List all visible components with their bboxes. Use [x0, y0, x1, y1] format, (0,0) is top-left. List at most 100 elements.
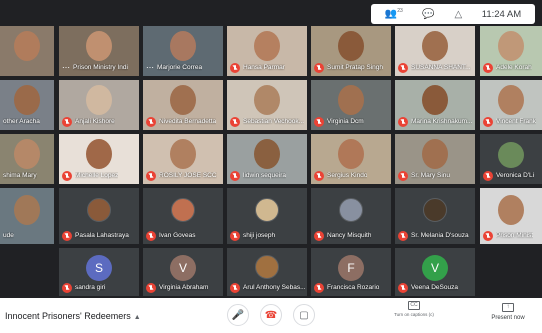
- mic-muted-icon: [146, 170, 156, 181]
- participant-name: shiji joseph: [243, 232, 276, 239]
- participant-tile[interactable]: Sergius Kindo: [311, 134, 391, 184]
- more-options-icon[interactable]: ⋯: [62, 63, 70, 72]
- participant-tile[interactable]: ude: [0, 188, 54, 244]
- participant-label: ⋯ Prison Ministry Indi: [62, 62, 137, 73]
- participant-tile[interactable]: Sr. Mary Sinu: [395, 134, 475, 184]
- participant-tile[interactable]: Virginia Dcm: [311, 80, 391, 130]
- participant-tile[interactable]: Vincent Frank: [480, 80, 542, 130]
- participant-label: shiji joseph: [230, 230, 305, 241]
- mic-muted-icon: [483, 62, 493, 73]
- participant-tile[interactable]: Pasala Lahastraya: [59, 188, 139, 244]
- mic-muted-icon: [314, 116, 324, 127]
- mic-muted-icon: [62, 230, 72, 241]
- participant-tile[interactable]: Marina Krishnakum...: [395, 80, 475, 130]
- participant-label: Virginia Abraham: [146, 282, 221, 293]
- participant-name: Virginia Abraham: [159, 284, 209, 291]
- activities-icon[interactable]: △: [454, 9, 462, 20]
- participant-name: Marjorie Correa: [157, 64, 203, 71]
- participant-face: [14, 85, 40, 115]
- mic-muted-icon: [146, 230, 156, 241]
- mic-muted-icon: [230, 62, 240, 73]
- participant-tile[interactable]: ⋯ Marjorie Correa: [143, 26, 223, 76]
- participant-face: [254, 139, 280, 169]
- participant-label: Sergius Kindo: [314, 170, 389, 181]
- participant-name: Michelle Lopez: [75, 172, 119, 179]
- participant-tile[interactable]: ⋯ Prison Ministry Indi: [59, 26, 139, 76]
- participant-photo: [87, 198, 111, 223]
- participant-face: [422, 85, 448, 115]
- participant-tile[interactable]: Nivedita Bernadetta: [143, 80, 223, 130]
- chat-icon[interactable]: 💬: [422, 9, 434, 20]
- participant-label: sandra giri: [62, 282, 137, 293]
- present-now-label: Present now: [491, 315, 525, 321]
- mic-muted-icon: [398, 282, 408, 293]
- present-now-button[interactable]: ↑ Present now: [484, 303, 532, 321]
- mic-muted-icon: [230, 116, 240, 127]
- participant-photo: [171, 198, 195, 223]
- participant-tile[interactable]: V Veena DeSouza: [395, 248, 475, 296]
- participant-tile[interactable]: Sebastian Vechook...: [227, 80, 307, 130]
- participant-name: Vincent Frank: [496, 118, 536, 125]
- participant-name: shima Mary: [3, 172, 37, 179]
- meeting-details-button[interactable]: Innocent Prisoners' Redeemers ▲: [5, 311, 141, 321]
- participant-tile[interactable]: Arul Anthony Sebas...: [227, 248, 307, 296]
- microphone-button[interactable]: 🎤: [227, 304, 249, 326]
- participant-label: Ivan Goveas: [146, 230, 221, 241]
- participant-tile[interactable]: F Francisca Rozario: [311, 248, 391, 296]
- captions-button[interactable]: CC Turn on captions (c): [393, 301, 435, 317]
- participant-tile[interactable]: Hansa Parmar: [227, 26, 307, 76]
- participant-tile[interactable]: Nancy Misquith: [311, 188, 391, 244]
- participant-face: [14, 31, 40, 61]
- participant-tile[interactable]: Prison Minist: [480, 188, 542, 244]
- mic-muted-icon: [398, 230, 408, 241]
- participant-tile[interactable]: SUSANNA SHANT...: [395, 26, 475, 76]
- participant-tile[interactable]: Michelle Lopez: [59, 134, 139, 184]
- participant-photo: [423, 198, 447, 223]
- participant-face: [338, 139, 364, 169]
- participant-name: Pasala Lahastraya: [75, 232, 129, 239]
- participant-tile[interactable]: Anjali Kishore: [59, 80, 139, 130]
- participant-label: Sr. Melania D'souza: [398, 230, 473, 241]
- participant-tile[interactable]: V Virginia Abraham: [143, 248, 223, 296]
- mic-muted-icon: [62, 116, 72, 127]
- participant-face: [14, 195, 40, 226]
- participant-face: [422, 31, 448, 61]
- mic-muted-icon: [230, 230, 240, 241]
- participant-name: Sebastian Vechook...: [243, 118, 305, 125]
- participant-tile[interactable]: lidwin sequeira: [227, 134, 307, 184]
- participant-label: Marina Krishnakum...: [398, 116, 473, 127]
- participant-face: [422, 139, 448, 169]
- present-icon: ↑: [502, 303, 514, 312]
- participant-tile[interactable]: shiji joseph: [227, 188, 307, 244]
- participant-tile[interactable]: ROSILY JOSE SCC: [143, 134, 223, 184]
- participant-label: Sumit Pratap Singh: [314, 62, 389, 73]
- participant-tile[interactable]: other Aracha: [0, 80, 54, 130]
- participant-tile[interactable]: Ssandra giri: [59, 248, 139, 296]
- more-options-icon[interactable]: ⋯: [146, 63, 154, 72]
- participant-tile[interactable]: Adele Korah: [480, 26, 542, 76]
- participant-name: Sumit Pratap Singh: [327, 64, 384, 71]
- participant-tile[interactable]: Ivan Goveas: [143, 188, 223, 244]
- microphone-icon: 🎤: [231, 309, 245, 321]
- participant-tile[interactable]: Sr. Melania D'souza: [395, 188, 475, 244]
- participant-label: Vincent Frank: [483, 116, 540, 127]
- participant-avatar: [498, 142, 524, 168]
- participant-tile[interactable]: shima Mary: [0, 134, 54, 184]
- participant-label: Veena DeSouza: [398, 282, 473, 293]
- people-icon[interactable]: 👥23: [385, 8, 403, 19]
- participant-tile[interactable]: Veronica D'Li: [480, 134, 542, 184]
- participant-name: Francisca Rozario: [327, 284, 380, 291]
- camera-button[interactable]: ▢: [293, 304, 315, 326]
- leave-call-button[interactable]: ☎: [260, 304, 282, 326]
- participant-name: Veena DeSouza: [411, 284, 458, 291]
- participant-label: ⋯ Marjorie Correa: [146, 62, 221, 73]
- chevron-up-icon: ▲: [133, 314, 141, 321]
- participant-tile[interactable]: Sumit Pratap Singh: [311, 26, 391, 76]
- mic-muted-icon: [398, 116, 408, 127]
- camera-icon: ▢: [299, 309, 309, 321]
- participant-label: Nancy Misquith: [314, 230, 389, 241]
- participant-name: Anjali Kishore: [75, 118, 115, 125]
- participant-name: Prison Minist: [496, 232, 534, 239]
- participant-label: lidwin sequeira: [230, 170, 305, 181]
- participant-tile[interactable]: [0, 26, 54, 76]
